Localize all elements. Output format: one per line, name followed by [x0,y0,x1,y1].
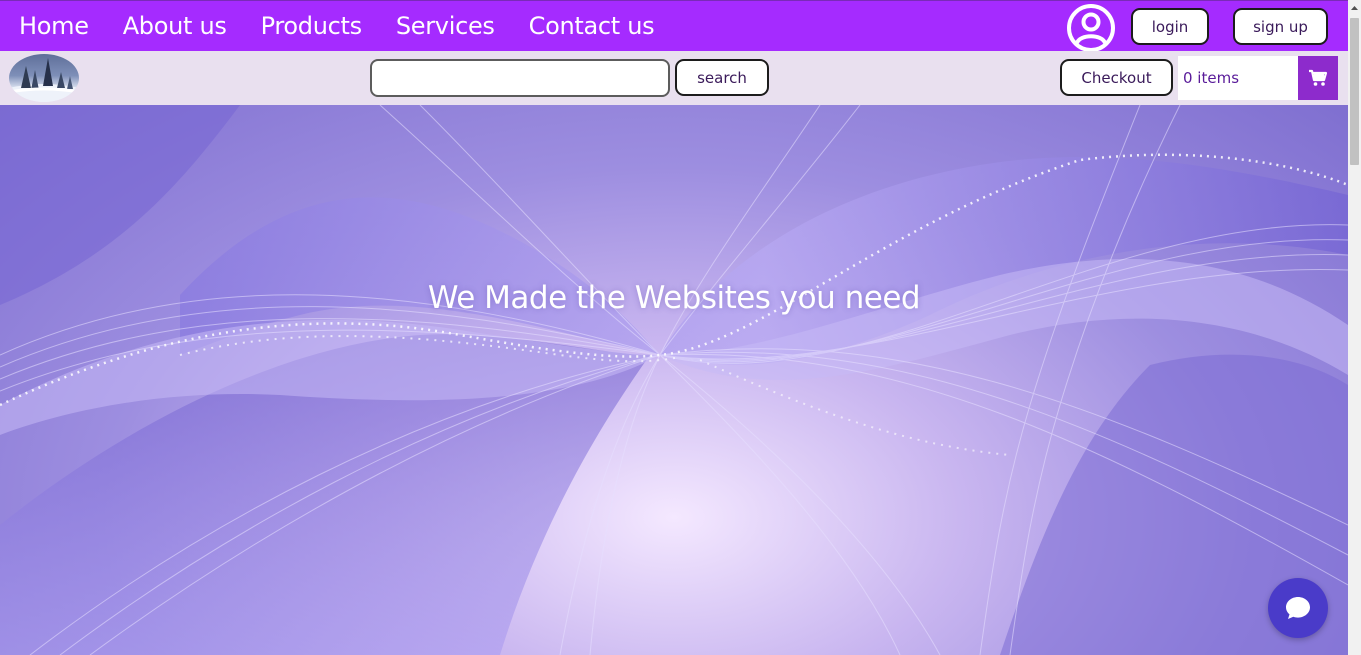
checkout-button[interactable]: Checkout [1060,59,1173,96]
scrollbar-thumb[interactable] [1350,18,1359,165]
search-input[interactable] [370,59,670,97]
page-scrollbar[interactable] [1348,0,1361,655]
cart-count: 0 items [1178,56,1298,100]
nav-about-link[interactable]: About us [106,1,244,52]
nav-products-link[interactable]: Products [244,1,379,52]
hero-banner: We Made the Websites you need [0,105,1348,655]
wave-background-graphic [0,105,1348,655]
nav-links: Home About us Products Services Contact … [0,1,671,52]
nav-services-link[interactable]: Services [379,1,512,52]
toolbar: search Checkout 0 items [0,51,1348,105]
nav-contact-link[interactable]: Contact us [512,1,672,52]
chat-bubble-icon [1286,597,1310,619]
scroll-up-arrow-icon[interactable] [1348,0,1361,17]
search-button[interactable]: search [675,59,769,96]
chat-button[interactable] [1268,578,1328,638]
nav-home-link[interactable]: Home [0,1,106,52]
top-nav-bar: Home About us Products Services Contact … [0,0,1348,53]
shopping-cart-icon [1309,69,1328,86]
hero-title: We Made the Websites you need [427,280,921,316]
user-circle-icon[interactable] [1066,3,1116,53]
signup-button[interactable]: sign up [1233,8,1328,45]
cart-button[interactable] [1298,56,1338,100]
snowy-trees-logo[interactable] [9,54,79,102]
login-button[interactable]: login [1131,8,1209,45]
